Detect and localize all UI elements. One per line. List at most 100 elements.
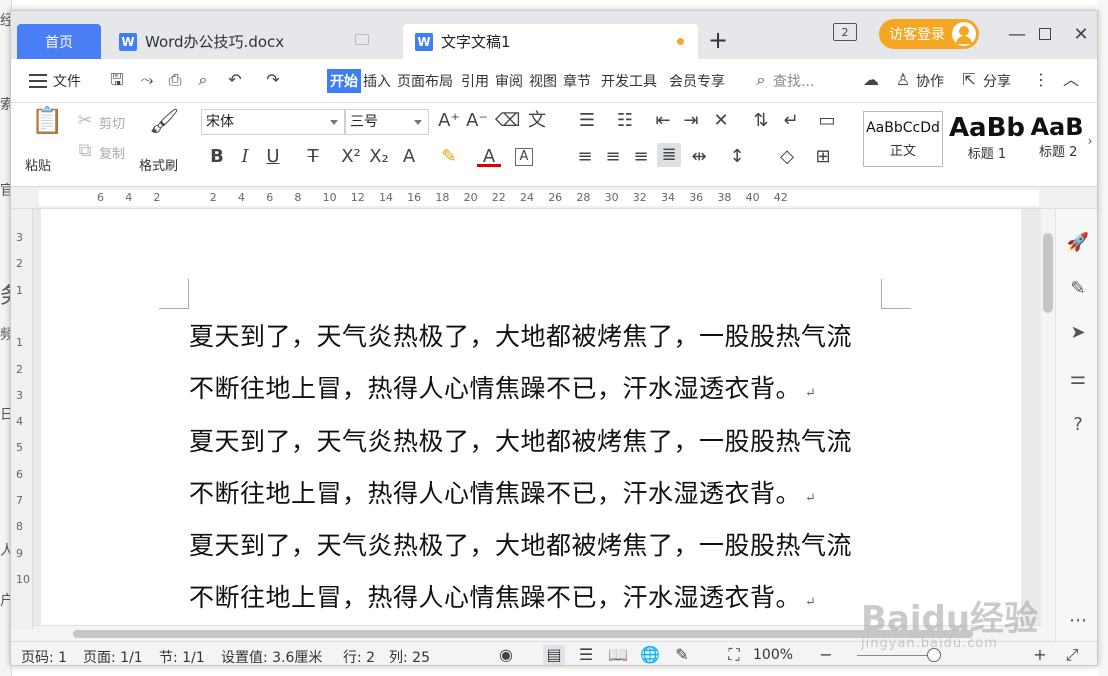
- text-effect-icon[interactable]: A: [397, 145, 421, 169]
- more-icon[interactable]: ⋮: [1031, 70, 1051, 90]
- styles-more-icon[interactable]: ›: [1083, 129, 1097, 153]
- page-view-icon[interactable]: ▤: [543, 645, 565, 665]
- pen-icon[interactable]: ✎: [1066, 277, 1090, 301]
- justify-icon[interactable]: ≣: [657, 143, 681, 167]
- text-line[interactable]: 不断往地上冒，热得人心情焦躁不已，汗水湿透衣背。 ↵: [189, 369, 816, 405]
- subscript-icon[interactable]: X₂: [367, 145, 391, 169]
- status-pages[interactable]: 页面: 1/1: [83, 647, 143, 665]
- text-line[interactable]: 夏天到了，天气炎热极了，大地都被烤焦了，一股股热气流: [189, 422, 852, 458]
- window-count-icon[interactable]: 2: [833, 23, 857, 41]
- collab-button[interactable]: 协作: [916, 71, 944, 91]
- document-page[interactable]: 夏天到了，天气炎热极了，大地都被烤焦了，一股股热气流 不断往地上冒，热得人心情焦…: [41, 209, 1021, 625]
- menu-member[interactable]: 会员专享: [669, 71, 725, 91]
- italic-icon[interactable]: I: [233, 145, 257, 169]
- zoom-out-icon[interactable]: −: [815, 645, 837, 665]
- print-icon[interactable]: ⎙: [165, 70, 185, 90]
- clear-format-icon[interactable]: ⌫: [495, 109, 520, 133]
- numbered-list-icon[interactable]: ☷: [613, 109, 637, 133]
- share-button[interactable]: 分享: [983, 71, 1011, 91]
- char-border-icon[interactable]: A: [515, 148, 533, 166]
- maximize-icon[interactable]: [1033, 21, 1057, 47]
- fullscreen-icon[interactable]: ⤢: [1061, 645, 1083, 665]
- superscript-icon[interactable]: X²: [339, 145, 363, 169]
- align-center-icon[interactable]: ≡: [601, 145, 625, 169]
- menu-developer[interactable]: 开发工具: [601, 71, 657, 91]
- borders-icon[interactable]: ⊞: [811, 145, 835, 169]
- web-view-icon[interactable]: 🌐: [639, 645, 661, 665]
- new-tab-plus-icon[interactable]: +: [708, 28, 728, 52]
- distribute-icon[interactable]: ⇹: [687, 145, 711, 169]
- horizontal-ruler[interactable]: 6 4 2 2 4 6 8 10 12 14 16 18 20 22 24 26 28 30 32 34 36 38 40 4…: [11, 187, 1097, 209]
- search-input[interactable]: 查找...: [773, 71, 814, 91]
- menu-insert[interactable]: 插入: [363, 71, 391, 91]
- status-section[interactable]: 节: 1/1: [159, 647, 205, 665]
- format-painter-icon[interactable]: 🖌: [149, 109, 179, 133]
- text-line[interactable]: 夏天到了，天气炎热极了，大地都被烤焦了，一股股热气流: [189, 317, 852, 353]
- scroll-thumb[interactable]: [1043, 233, 1053, 313]
- chinese-layout-icon[interactable]: ✕: [709, 109, 733, 133]
- text-line[interactable]: 不断往地上冒，热得人心情焦躁不已，汗水湿透衣背。 ↵: [189, 474, 816, 510]
- vertical-scrollbar[interactable]: [1041, 209, 1055, 629]
- scroll-thumb[interactable]: [73, 630, 973, 638]
- font-name-select[interactable]: 宋体: [201, 109, 345, 135]
- style-normal[interactable]: AaBbCcDd 正文: [863, 111, 943, 167]
- status-page[interactable]: 页码: 1: [21, 647, 67, 665]
- paste-button[interactable]: 粘贴: [25, 155, 51, 174]
- style-heading-2[interactable]: AaB 标题 2: [1029, 111, 1085, 167]
- tab-document-active[interactable]: W 文字文稿1: [403, 24, 698, 59]
- menu-page-layout[interactable]: 页面布局: [397, 71, 453, 91]
- bold-icon[interactable]: B: [205, 145, 229, 169]
- export-pdf-icon[interactable]: ⤳: [137, 70, 157, 90]
- reading-view-icon[interactable]: 📖: [607, 645, 629, 665]
- pinyin-icon[interactable]: 文: [525, 109, 549, 133]
- sort-icon[interactable]: ⇅: [749, 109, 773, 133]
- shading-icon[interactable]: ◇: [775, 145, 799, 169]
- paste-icon[interactable]: 📋: [31, 108, 63, 134]
- font-color-icon[interactable]: A: [477, 145, 501, 167]
- line-spacing-icon[interactable]: ↕: [725, 145, 749, 169]
- menu-references[interactable]: 引用: [461, 71, 489, 91]
- close-icon[interactable]: ✕: [1069, 21, 1093, 47]
- more-options-icon[interactable]: ⋯: [1066, 609, 1090, 633]
- hamburger-menu-icon[interactable]: [29, 74, 47, 88]
- vertical-ruler[interactable]: 3 2 1 1 2 3 4 5 6 7 8 9 10: [11, 209, 33, 629]
- menu-file[interactable]: 文件: [53, 71, 81, 91]
- undo-icon[interactable]: ↶: [225, 70, 245, 90]
- text-line[interactable]: 夏天到了，天气炎热极了，大地都被烤焦了，一股股热气流: [189, 526, 852, 562]
- align-left-icon[interactable]: ≡: [573, 145, 597, 169]
- bullet-list-icon[interactable]: ☰: [575, 109, 599, 133]
- copy-button[interactable]: 复制: [99, 143, 125, 162]
- align-right-icon[interactable]: ≡: [629, 145, 653, 169]
- save-icon[interactable]: 🖫: [107, 70, 127, 90]
- status-row[interactable]: 行: 2: [343, 647, 375, 665]
- strikethrough-icon[interactable]: T: [301, 145, 325, 169]
- tab-ruler-icon[interactable]: ▭: [815, 109, 839, 133]
- collapse-ribbon-icon[interactable]: ︿: [1061, 70, 1081, 90]
- show-marks-icon[interactable]: ↵: [779, 109, 803, 133]
- menu-view[interactable]: 视图: [529, 71, 557, 91]
- help-icon[interactable]: ?: [1066, 413, 1090, 437]
- tab-document-word-tips[interactable]: W Word办公技巧.docx: [107, 24, 397, 59]
- increase-indent-icon[interactable]: ⇥: [679, 109, 703, 133]
- menu-start[interactable]: 开始: [327, 69, 361, 93]
- decrease-indent-icon[interactable]: ⇤: [651, 109, 675, 133]
- outline-view-icon[interactable]: ☰: [575, 645, 597, 665]
- status-col[interactable]: 列: 25: [389, 647, 430, 665]
- visitor-login-button[interactable]: 访客登录: [879, 19, 979, 49]
- increase-font-icon[interactable]: A⁺: [437, 109, 461, 133]
- decrease-font-icon[interactable]: A⁻: [465, 109, 489, 133]
- zoom-level[interactable]: 100%: [753, 647, 793, 663]
- print-preview-icon[interactable]: ⌕: [193, 70, 213, 90]
- highlight-icon[interactable]: ✎: [437, 145, 461, 169]
- cloud-sync-icon[interactable]: ☁: [861, 70, 881, 90]
- cursor-select-icon[interactable]: ➤: [1066, 321, 1090, 345]
- redo-icon[interactable]: ↷: [263, 70, 283, 90]
- fit-page-icon[interactable]: ⛶: [723, 645, 745, 665]
- eye-protection-icon[interactable]: ◉: [495, 645, 517, 665]
- menu-review[interactable]: 审阅: [495, 71, 523, 91]
- format-painter-button[interactable]: 格式刷: [139, 155, 178, 174]
- zoom-slider[interactable]: [857, 655, 937, 656]
- settings-sliders-icon[interactable]: ⚌: [1066, 367, 1090, 391]
- minimize-icon[interactable]: —: [1005, 21, 1029, 47]
- rocket-icon[interactable]: 🚀: [1066, 231, 1090, 255]
